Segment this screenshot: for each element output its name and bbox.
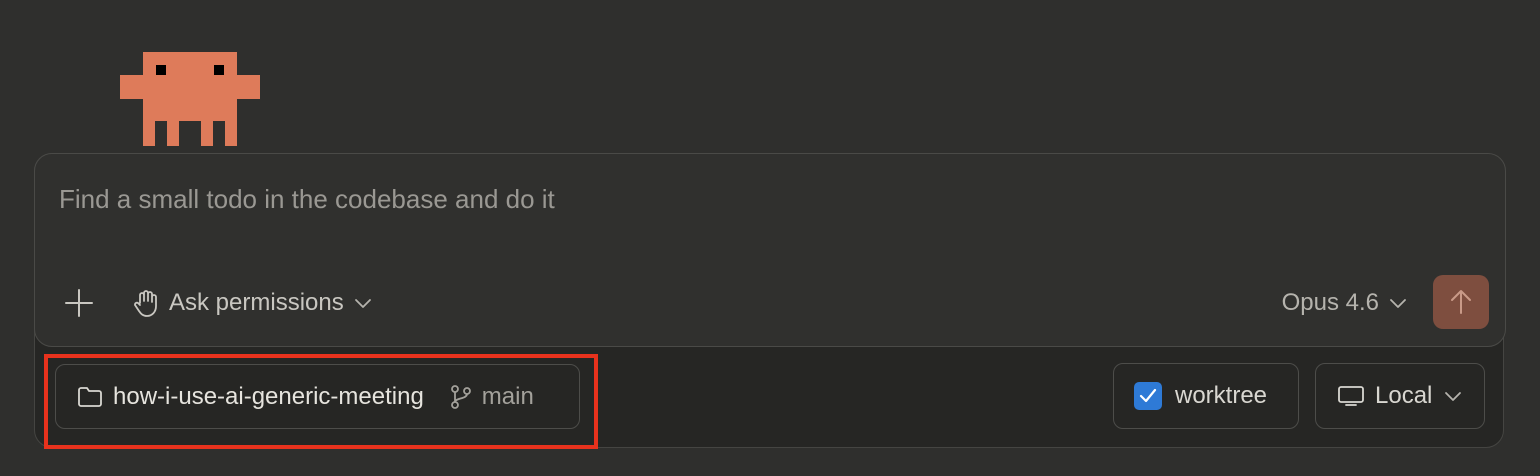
prompt-input[interactable] bbox=[59, 182, 1459, 216]
chevron-down-icon bbox=[1390, 299, 1406, 308]
worktree-checkbox[interactable] bbox=[1134, 382, 1162, 410]
app-root: Ask permissions Opus 4.6 how-i-use- bbox=[0, 0, 1540, 476]
mascot-logo bbox=[120, 52, 260, 146]
mascot-torso bbox=[143, 99, 237, 121]
chevron-down-icon bbox=[1444, 390, 1462, 402]
composer: Ask permissions Opus 4.6 bbox=[34, 153, 1506, 347]
monitor-icon bbox=[1338, 386, 1364, 406]
model-selector[interactable]: Opus 4.6 bbox=[1282, 285, 1407, 321]
permissions-label: Ask permissions bbox=[169, 289, 344, 316]
add-attachment-button[interactable] bbox=[61, 285, 97, 321]
mascot-leg bbox=[201, 121, 213, 146]
mascot-leg bbox=[143, 121, 155, 146]
send-button[interactable] bbox=[1433, 275, 1489, 329]
environment-selector[interactable]: Local bbox=[1315, 363, 1485, 429]
mascot-eye bbox=[214, 65, 224, 75]
checkmark-icon bbox=[1139, 388, 1157, 403]
mascot-leg bbox=[167, 121, 179, 146]
hand-icon bbox=[134, 290, 157, 317]
chevron-down-icon bbox=[354, 299, 371, 308]
mascot-body bbox=[120, 75, 260, 99]
environment-label: Local bbox=[1375, 382, 1433, 409]
model-label: Opus 4.6 bbox=[1281, 289, 1379, 316]
arrow-up-icon bbox=[1451, 290, 1471, 314]
mascot-leg bbox=[225, 121, 237, 146]
highlight-annotation bbox=[44, 354, 598, 449]
worktree-toggle[interactable]: worktree bbox=[1113, 363, 1299, 429]
plus-icon bbox=[65, 289, 93, 317]
worktree-label: worktree bbox=[1175, 382, 1268, 409]
permissions-dropdown[interactable]: Ask permissions bbox=[133, 285, 372, 321]
mascot-eye bbox=[156, 65, 166, 75]
